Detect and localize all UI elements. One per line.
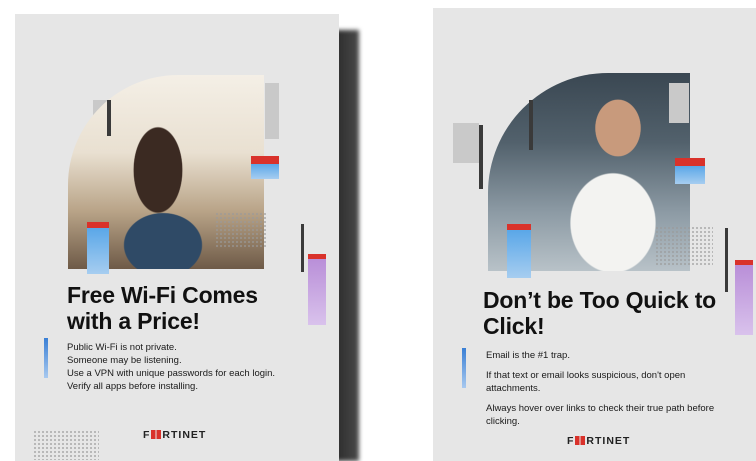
dot-pattern [33,430,99,460]
body-line: Always hover over links to check their t… [486,403,715,427]
decor-blue-tab [251,164,279,179]
decor-block [669,83,689,123]
decor-blue-line [462,348,466,388]
decor-blue-tab [507,230,531,278]
decor-line [479,125,483,189]
body-line: Public Wi-Fi is not private. [67,342,177,353]
decor-blue-tab [675,166,705,184]
decor-line [529,100,533,150]
decor-red-tab [251,156,279,164]
poster-quick-to-click: Don’t be Too Quick to Click! Email is th… [433,8,756,461]
fortinet-logo: F RTINET [143,429,207,441]
logo-glyph-icon [151,430,162,439]
body-line: Email is the #1 trap. [486,350,570,361]
decor-blue-line [44,338,48,378]
decor-line [725,228,728,292]
decor-violet-tab [308,259,326,325]
body-line: Use a VPN with unique passwords for each… [67,368,276,379]
decor-blue-tab [87,228,109,274]
poster-headline: Free Wi-Fi Comes with a Price! [67,282,258,334]
decor-red-tab [675,158,705,166]
decor-line [301,224,304,272]
body-line: Someone may be listening. [67,355,182,366]
poster-free-wifi: Free Wi-Fi Comes with a Price! Public Wi… [15,14,339,461]
poster-headline: Don’t be Too Quick to Click! [483,287,717,339]
poster-body: Email is the #1 trap. If that text or em… [486,349,716,435]
body-line: If that text or email looks suspicious, … [486,370,686,394]
decor-block [265,83,279,139]
dot-pattern [655,226,713,266]
poster-body: Public Wi-Fi is not private. Someone may… [67,341,337,393]
body-line: Verify all apps before installing. [67,381,198,392]
decor-violet-tab [735,265,753,335]
decor-block [453,123,479,163]
fortinet-logo: F RTINET [567,435,631,447]
dot-pattern [215,212,267,248]
decor-line [107,100,111,136]
logo-glyph-icon [575,436,586,445]
